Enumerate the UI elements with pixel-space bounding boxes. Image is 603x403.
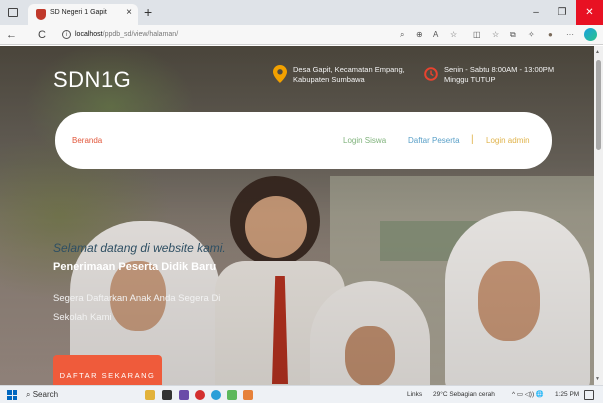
- nav-login-siswa[interactable]: Login Siswa: [343, 136, 386, 145]
- taskbar-search-label: Search: [32, 390, 59, 399]
- tab-title: SD Negeri 1 Gapit: [50, 9, 107, 16]
- scroll-up-icon[interactable]: ▲: [595, 49, 600, 55]
- weather-widget[interactable]: 29°C Sebagian cerah: [433, 389, 495, 401]
- back-button[interactable]: ←: [6, 27, 17, 43]
- tab-sd-negeri[interactable]: SD Negeri 1 Gapit ×: [28, 4, 138, 25]
- location-line-1: Desa Gapit, Kecamatan Empang,: [293, 65, 405, 74]
- url-input[interactable]: i localhost/ppdb_sd/view/halaman/: [62, 29, 178, 41]
- read-aloud-icon[interactable]: A: [433, 28, 438, 42]
- location-text: Desa Gapit, Kecamatan Empang, Kabupaten …: [293, 65, 405, 85]
- profile-icon[interactable]: ●: [548, 28, 553, 42]
- split-screen-icon[interactable]: ◫: [473, 28, 481, 42]
- page-scrollbar[interactable]: ▲ ▼: [594, 46, 603, 385]
- zoom-icon[interactable]: ⊕: [416, 28, 423, 42]
- opera-icon[interactable]: [195, 390, 205, 400]
- favorite-icon[interactable]: ☆: [450, 28, 457, 42]
- hours-text: Senin - Sabtu 8:00AM - 13:00PM Minggu TU…: [444, 65, 554, 85]
- nav-beranda[interactable]: Beranda: [72, 136, 102, 145]
- welcome-text: Selamat datang di website kami.: [53, 241, 226, 255]
- search-icon[interactable]: ⌕: [400, 28, 404, 42]
- app-icon[interactable]: [179, 390, 189, 400]
- store-icon[interactable]: [162, 390, 172, 400]
- scroll-down-icon[interactable]: ▼: [595, 376, 600, 382]
- new-tab-button[interactable]: +: [144, 3, 152, 21]
- main-navigation: Beranda Login Siswa Daftar Peserta | Log…: [55, 112, 552, 169]
- daftar-sekarang-button[interactable]: DAFTAR SEKARANG: [53, 355, 162, 385]
- close-window-button[interactable]: ✕: [576, 0, 603, 25]
- location-info: Desa Gapit, Kecamatan Empang, Kabupaten …: [273, 65, 405, 85]
- system-tray-icons[interactable]: ^ ▭ ◁)) 🌐: [512, 389, 544, 401]
- site-logo[interactable]: SDN1G: [53, 67, 131, 93]
- hero-section: [0, 46, 594, 385]
- hours-line-2: Minggu TUTUP: [444, 75, 496, 84]
- tab-bar: SD Negeri 1 Gapit × + – ❐ ✕: [0, 0, 603, 25]
- nav-daftar-peserta[interactable]: Daftar Peserta: [408, 136, 460, 145]
- site-favicon-icon: [36, 9, 46, 20]
- minimize-button[interactable]: –: [524, 0, 548, 25]
- photo-overlay: [0, 46, 594, 385]
- maximize-button[interactable]: ❐: [550, 0, 574, 25]
- hero-subtext: Segera Daftarkan Anak Anda Segera Di Sek…: [53, 293, 221, 323]
- tab-close-icon[interactable]: ×: [126, 7, 132, 18]
- extensions-icon[interactable]: ✧: [528, 28, 535, 42]
- clock-icon: [424, 67, 438, 81]
- windows-taskbar: ⌕ Search Links 29°C Sebagian cerah ^ ▭ ◁…: [0, 385, 603, 403]
- tab-actions-icon[interactable]: [8, 8, 18, 17]
- hero-heading: Penerimaan Peserta Didik Baru: [53, 261, 217, 273]
- favorites-icon[interactable]: ☆: [492, 28, 499, 42]
- app-green-icon[interactable]: [227, 390, 237, 400]
- hours-line-1: Senin - Sabtu 8:00AM - 13:00PM: [444, 65, 555, 74]
- collections-icon[interactable]: ⧉: [510, 28, 516, 42]
- location-line-2: Kabupaten Sumbawa: [293, 75, 365, 84]
- taskbar-clock[interactable]: 1:25 PM: [555, 389, 579, 401]
- nav-separator: |: [471, 134, 474, 145]
- nav-login-admin[interactable]: Login admin: [486, 136, 530, 145]
- reload-button[interactable]: C: [38, 27, 46, 43]
- links-toolbar[interactable]: Links: [407, 389, 422, 401]
- windows-start-icon[interactable]: [7, 390, 17, 400]
- edge-icon[interactable]: [211, 390, 221, 400]
- taskbar-search[interactable]: ⌕ Search: [26, 388, 58, 402]
- notifications-icon[interactable]: [584, 390, 594, 400]
- more-icon[interactable]: ···: [566, 28, 574, 42]
- app-orange-icon[interactable]: [243, 390, 253, 400]
- opening-hours-info: Senin - Sabtu 8:00AM - 13:00PM Minggu TU…: [424, 65, 554, 85]
- browser-window: SD Negeri 1 Gapit × + – ❐ ✕ ← C i localho…: [0, 0, 603, 403]
- location-pin-icon: [273, 65, 287, 83]
- site-info-icon[interactable]: i: [62, 29, 71, 39]
- address-bar: ← C i localhost/ppdb_sd/view/halaman/ ⌕ ⊕…: [0, 25, 603, 45]
- url-path: /ppdb_sd/view/halaman/: [102, 31, 179, 38]
- url-host: localhost: [75, 31, 103, 38]
- edge-copilot-icon[interactable]: [584, 28, 597, 41]
- file-explorer-icon[interactable]: [145, 390, 155, 400]
- scrollbar-thumb[interactable]: [596, 60, 601, 150]
